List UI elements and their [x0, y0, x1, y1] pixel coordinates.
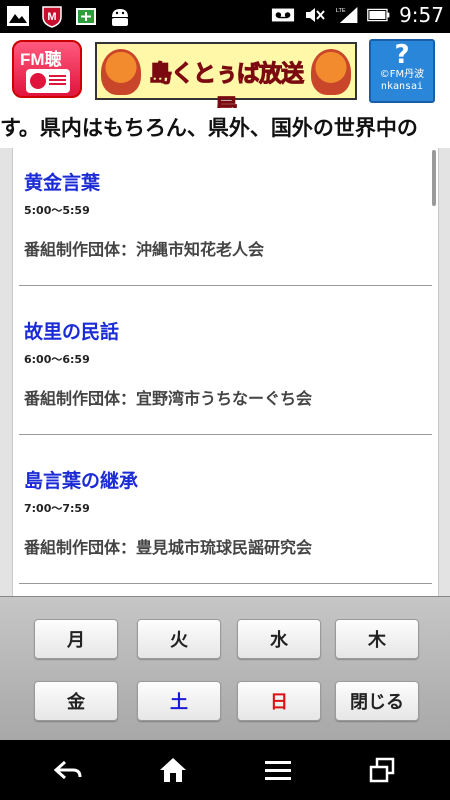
program-item[interactable]: 故里の民話 6:00～6:59 番組制作団体：宜野湾市うちなーぐち会: [13, 297, 438, 446]
day-button-thu[interactable]: 木: [335, 619, 419, 659]
app-header: FM聴 島くとぅば放送局 ? ©FM丹波 nkansai: [0, 33, 450, 122]
shisa-right-icon: [311, 49, 351, 95]
svg-text:M: M: [47, 11, 56, 23]
program-time: 5:00～5:59: [24, 204, 90, 217]
day-button-fri[interactable]: 金: [34, 681, 118, 721]
day-button-wed[interactable]: 水: [237, 619, 321, 659]
system-nav-bar: [0, 740, 450, 800]
day-selector: 月 火 水 木 金 土 日 閉じる: [0, 596, 450, 740]
program-item[interactable]: 島言葉の継承 7:00～7:59 番組制作団体：豊見城市琉球民謡研究会: [13, 446, 438, 595]
logo-text: FM聴: [20, 50, 62, 69]
voicemail-icon: [271, 3, 295, 27]
help-button[interactable]: ? ©FM丹波 nkansai: [369, 39, 435, 103]
shisa-left-icon: [101, 49, 141, 95]
fm-logo-button[interactable]: FM聴: [12, 40, 82, 98]
question-icon: ?: [394, 40, 410, 70]
program-title[interactable]: 島言葉の継承: [24, 466, 138, 493]
mcafee-icon: M: [40, 4, 64, 28]
android-icon: [108, 4, 132, 28]
program-time: 7:00～7:59: [24, 502, 90, 515]
program-organizer: 番組制作団体：豊見城市琉球民謡研究会: [24, 538, 313, 557]
program-title[interactable]: 故里の民話: [24, 317, 119, 344]
news-ticker: す。県内はもちろん、県外、国外の世界中の: [0, 108, 450, 148]
close-button[interactable]: 閉じる: [335, 681, 419, 721]
help-caption-line2: nkansai: [380, 81, 424, 92]
image-icon: [6, 4, 30, 28]
radio-icon: [26, 69, 70, 93]
home-icon[interactable]: [157, 755, 189, 785]
ticker-text: す。県内はもちろん、県外、国外の世界中の: [0, 116, 418, 140]
back-icon[interactable]: [52, 755, 84, 785]
program-title[interactable]: 黄金言葉: [24, 168, 100, 195]
day-button-mon[interactable]: 月: [34, 619, 118, 659]
lte-signal-icon: LTE: [335, 3, 359, 27]
program-item[interactable]: 黄金言葉 5:00～5:59 番組制作団体：沖縄市知花老人会: [13, 148, 438, 297]
status-bar: M LTE 9:57: [0, 0, 450, 33]
program-list-area: 黄金言葉 5:00～5:59 番組制作団体：沖縄市知花老人会 故里の民話 6:0…: [0, 148, 450, 596]
battery-icon: [367, 3, 391, 27]
day-button-tue[interactable]: 火: [137, 619, 221, 659]
divider: [19, 583, 432, 584]
recent-apps-icon[interactable]: [366, 755, 398, 785]
day-button-sun[interactable]: 日: [237, 681, 321, 721]
program-time: 6:00～6:59: [24, 353, 90, 366]
station-banner[interactable]: 島くとぅば放送局: [95, 42, 357, 122]
menu-icon[interactable]: [262, 755, 294, 785]
mute-icon: [303, 3, 327, 27]
help-caption-line1: ©FM丹波: [379, 69, 425, 80]
program-organizer: 番組制作団体：宜野湾市うちなーぐち会: [24, 389, 313, 408]
program-list[interactable]: 黄金言葉 5:00～5:59 番組制作団体：沖縄市知花老人会 故里の民話 6:0…: [12, 148, 439, 596]
divider: [19, 285, 432, 286]
app-store-icon: [74, 4, 98, 28]
day-button-sat[interactable]: 土: [137, 681, 221, 721]
clock: 9:57: [399, 3, 444, 27]
divider: [19, 434, 432, 435]
program-organizer: 番組制作団体：沖縄市知花老人会: [24, 240, 265, 259]
svg-text:LTE: LTE: [336, 8, 346, 14]
